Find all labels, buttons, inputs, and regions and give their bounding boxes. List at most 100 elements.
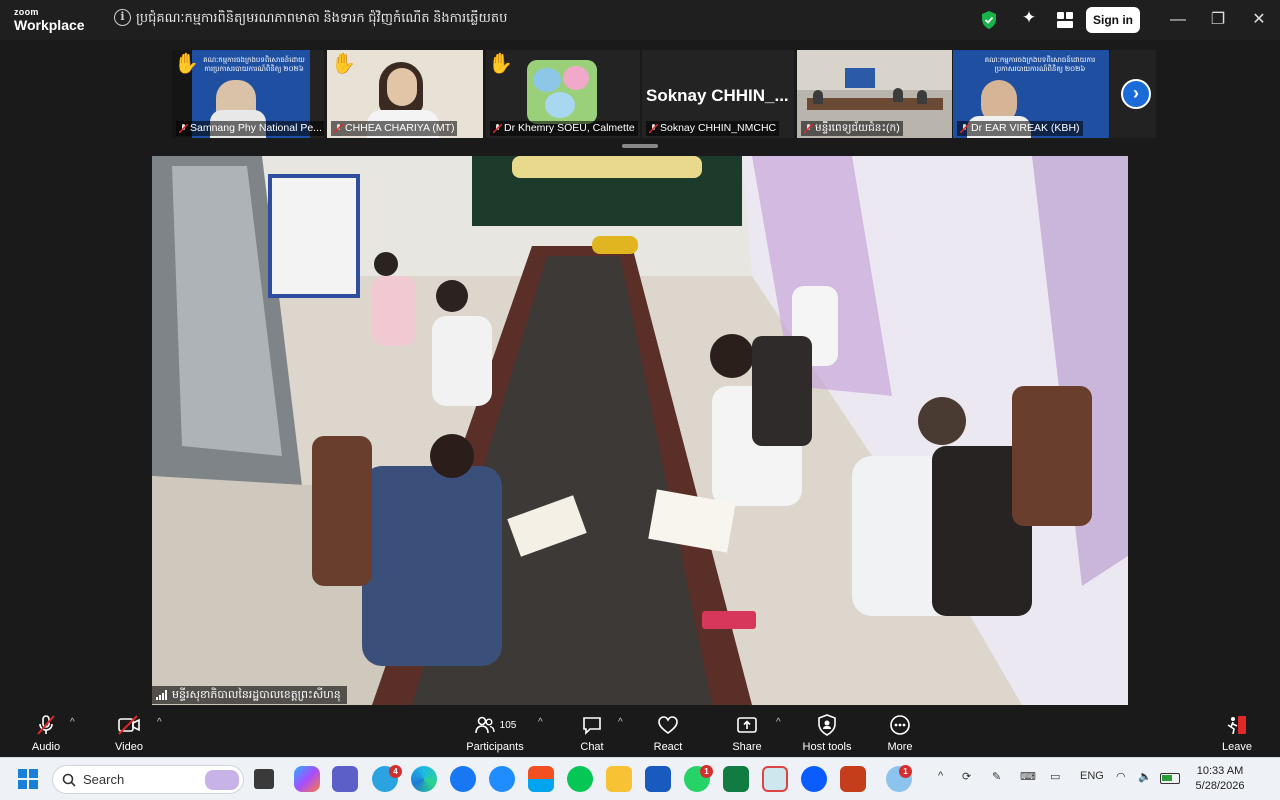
- audio-button[interactable]: Audio: [28, 713, 64, 753]
- clock-time: 10:33 AM: [1196, 765, 1244, 777]
- share-options-caret[interactable]: ^: [776, 717, 781, 728]
- battery-icon[interactable]: [1160, 773, 1180, 784]
- muted-mic-icon: [493, 124, 502, 133]
- windows-start-icon[interactable]: [18, 769, 38, 789]
- audio-options-caret[interactable]: ^: [70, 717, 75, 728]
- participant-tile[interactable]: Soknay CHHIN_... Soknay CHHIN_NMCHC: [642, 50, 794, 138]
- participant-name: Samnang Phy National Pe...: [176, 121, 324, 136]
- search-highlight-image: [205, 770, 239, 790]
- network-sync-icon[interactable]: ⟳: [962, 770, 971, 783]
- windows-taskbar: Search 4 1 1 ^ ⟳ ✎ ⌨ ▭ ENG ◠ 🔈 10:33 AM …: [0, 757, 1280, 800]
- show-hidden-icons[interactable]: ^: [938, 770, 943, 782]
- share-label: Share: [732, 741, 762, 753]
- apps-icon[interactable]: [1055, 10, 1075, 30]
- participant-display-name: Soknay CHHIN_...: [646, 86, 789, 105]
- pen-icon[interactable]: ✎: [992, 770, 1001, 783]
- host-shield-icon: [818, 714, 836, 736]
- edge-icon[interactable]: [411, 766, 437, 792]
- restore-icon[interactable]: ❐: [1208, 10, 1228, 30]
- more-label: More: [887, 741, 913, 753]
- host-tools-button[interactable]: Host tools: [800, 713, 854, 753]
- facebook-icon[interactable]: [450, 766, 476, 792]
- display-icon[interactable]: ▭: [1050, 770, 1060, 783]
- share-screen-icon: [737, 717, 757, 733]
- copilot-icon[interactable]: [294, 766, 320, 792]
- host-tools-label: Host tools: [802, 741, 852, 753]
- meeting-title: ប្រជុំគណៈកម្មការពិនិត្យមរណភាពមាតា និងទារ…: [136, 10, 508, 25]
- share-button[interactable]: Share: [728, 713, 766, 753]
- system-clock[interactable]: 10:33 AM 5/28/2026: [1188, 764, 1252, 794]
- whatsapp-badge: 1: [700, 765, 713, 778]
- muted-mic-icon: [960, 124, 969, 133]
- excel-icon[interactable]: [723, 766, 749, 792]
- main-video-label-text: មន្ទីរសុខាភិបាលនៃរដ្ឋបាលខេត្តព្រះសីហនុ: [172, 689, 341, 701]
- word-icon[interactable]: [645, 766, 671, 792]
- avatar: [527, 60, 597, 124]
- close-icon[interactable]: ✕: [1249, 10, 1269, 30]
- title-bar: zoom Workplace i ប្រជុំគណៈកម្មការពិនិត្យ…: [0, 0, 1280, 40]
- chat-button[interactable]: Chat: [576, 713, 608, 753]
- ai-companion-icon[interactable]: ✦: [1018, 8, 1040, 30]
- muted-mic-icon: [804, 124, 813, 133]
- muted-mic-icon: [179, 124, 188, 133]
- participant-name: CHHEA CHARIYA (MT): [331, 121, 458, 136]
- search-icon: [62, 773, 76, 787]
- more-button[interactable]: More: [884, 713, 916, 753]
- messenger-icon[interactable]: [489, 766, 515, 792]
- next-page-button[interactable]: ›: [1121, 79, 1151, 109]
- sign-in-button[interactable]: Sign in: [1086, 7, 1140, 33]
- raised-hand-icon: ✋: [488, 53, 513, 75]
- teams-icon[interactable]: [332, 766, 358, 792]
- participant-tile[interactable]: ✋ Dr Khemry SOEU, Calmette: [486, 50, 640, 138]
- line-icon[interactable]: [567, 766, 593, 792]
- main-video: [152, 156, 1128, 705]
- video-label: Video: [115, 741, 143, 753]
- react-label: React: [653, 741, 683, 753]
- participant-tile[interactable]: គណៈកម្មការចងក្រងបទពិសោធន៍ដោយការប្រកាសរបា…: [953, 50, 1109, 138]
- strip-resize-handle[interactable]: [622, 144, 658, 148]
- signal-icon: [156, 690, 167, 700]
- muted-mic-icon: [649, 124, 658, 133]
- video-off-icon: [118, 715, 140, 735]
- raised-hand-icon: ✋: [331, 53, 356, 75]
- taskbar-search-box[interactable]: Search: [52, 765, 244, 794]
- banner-text: គណៈកម្មការចងក្រងបទពិសោធន៍ដោយការប្រកាសរបា…: [984, 57, 1096, 73]
- banner-text: គណៈកម្មការចងក្រងបទពិសោធន៍ដោយការប្រកាសរបា…: [203, 57, 305, 73]
- file-explorer-icon[interactable]: [606, 766, 632, 792]
- logo-line2: Workplace: [14, 17, 85, 33]
- video-button[interactable]: Video: [110, 713, 148, 753]
- zoom-app-icon[interactable]: [801, 766, 827, 792]
- participant-name: មន្ទីរពេទ្យជ័យជំនះ(ក): [801, 121, 903, 136]
- task-view-icon[interactable]: [254, 769, 274, 789]
- meeting-room-scene: [152, 156, 1128, 705]
- wifi-icon[interactable]: ◠: [1116, 770, 1126, 783]
- keyboard-icon[interactable]: ⌨: [1020, 770, 1036, 783]
- participant-name: Dr Khemry SOEU, Calmette: [490, 121, 638, 136]
- shield-icon[interactable]: [980, 10, 998, 30]
- powerpoint-icon[interactable]: [840, 766, 866, 792]
- participants-count: 105: [499, 719, 517, 731]
- meeting-info-icon[interactable]: i: [114, 9, 131, 26]
- meeting-toolbar: Audio ^ Video ^ 105 Participants ^ Chat …: [0, 705, 1280, 757]
- participants-label: Participants: [466, 741, 524, 753]
- participant-tile[interactable]: ✋ CHHEA CHARIYA (MT): [327, 50, 483, 138]
- participants-button[interactable]: 105 Participants: [462, 713, 528, 753]
- video-options-caret[interactable]: ^: [157, 717, 162, 728]
- participants-options-caret[interactable]: ^: [538, 717, 543, 728]
- language-indicator[interactable]: ENG: [1080, 770, 1104, 782]
- participants-icon: [474, 716, 495, 734]
- volume-icon[interactable]: 🔈: [1138, 770, 1152, 783]
- leave-button[interactable]: Leave: [1220, 713, 1254, 753]
- participant-tile[interactable]: មន្ទីរពេទ្យជ័យជំនះ(ក): [797, 50, 952, 138]
- minimize-icon[interactable]: —: [1168, 10, 1188, 30]
- logo-line1: zoom: [14, 7, 39, 17]
- zoom-logo: zoom Workplace: [14, 7, 85, 33]
- chat-options-caret[interactable]: ^: [618, 717, 623, 728]
- participant-tile[interactable]: គណៈកម្មការចងក្រងបទពិសោធន៍ដោយការប្រកាសរបា…: [172, 50, 324, 138]
- react-button[interactable]: React: [650, 713, 686, 753]
- snipping-tool-icon[interactable]: [762, 766, 788, 792]
- clock-date: 5/28/2026: [1195, 780, 1245, 792]
- chat-label: Chat: [580, 741, 604, 753]
- store-icon[interactable]: [528, 766, 554, 792]
- leave-label: Leave: [1222, 741, 1252, 753]
